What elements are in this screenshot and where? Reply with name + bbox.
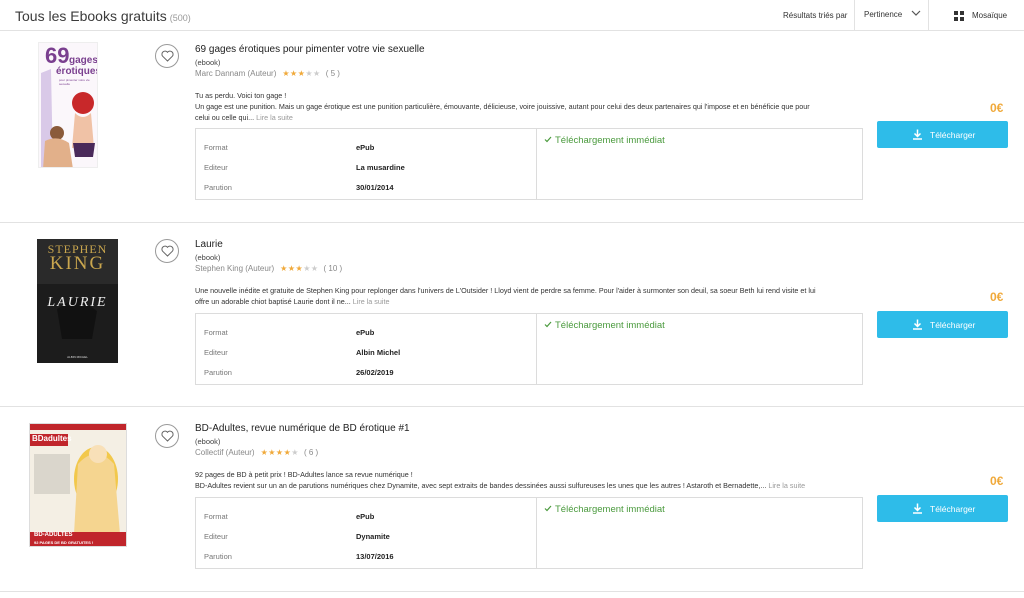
heart-icon	[161, 50, 174, 62]
price: 0€	[990, 101, 1004, 115]
favorite-button[interactable]	[155, 239, 179, 263]
details-box: Format ePub Editeur Albin Michel Parutio…	[195, 313, 863, 385]
book-cover[interactable]: 69 gages érotiques pour pimenter votre v…	[38, 42, 98, 168]
details-box: Format ePub Editeur Dynamite Parution 13…	[195, 497, 863, 569]
book-item: 69 gages érotiques pour pimenter votre v…	[0, 32, 1024, 223]
download-icon	[913, 129, 922, 140]
publisher-value[interactable]: Albin Michel	[356, 348, 400, 357]
book-item: STEPHEN KING LAURIE ALBIN MICHEL Laurie …	[0, 223, 1024, 407]
book-description: 92 pages de BD à petit prix ! BD-Adultes…	[195, 470, 806, 490]
cover-word: érotiques	[56, 66, 98, 77]
cover-word: gages	[69, 55, 98, 66]
sort-select[interactable]: Pertinence	[855, 0, 928, 31]
check-icon	[544, 505, 552, 512]
details-box: Format ePub Editeur La musardine Parutio…	[195, 128, 863, 200]
book-cover[interactable]: STEPHEN KING LAURIE ALBIN MICHEL	[37, 239, 118, 363]
format-value: ePub	[356, 512, 375, 521]
date-label: Parution	[204, 552, 232, 561]
rating-stars: ★★★★★	[282, 69, 321, 78]
author-row: Stephen King (Auteur) ★★★★★ ( 10 )	[195, 264, 342, 273]
date-value: 30/01/2014	[356, 183, 394, 192]
heart-icon	[161, 245, 174, 257]
read-more-link[interactable]: Lire la suite	[768, 481, 805, 490]
book-item: BDadultes BD-ADULTES 92 PAGES DE BD GRAT…	[0, 407, 1024, 592]
divider	[536, 314, 537, 384]
rating-count: ( 6 )	[303, 448, 319, 457]
sort-label: Résultats triés par	[783, 11, 848, 20]
date-value: 13/07/2016	[356, 552, 394, 561]
download-icon	[913, 319, 922, 330]
format-label: Format	[204, 143, 228, 152]
publisher-label: Editeur	[204, 532, 228, 541]
cover-author: KING	[49, 253, 106, 274]
author-link[interactable]: Marc Dannam (Auteur)	[195, 69, 276, 78]
grid-icon	[954, 11, 964, 21]
favorite-button[interactable]	[155, 424, 179, 448]
book-description: Tu as perdu. Voici ton gage ! Un gage es…	[195, 91, 810, 122]
download-button[interactable]: Télécharger	[877, 311, 1008, 338]
book-type: (ebook)	[195, 58, 221, 67]
author-link[interactable]: Collectif (Auteur)	[195, 448, 255, 457]
chevron-down-icon	[911, 10, 921, 16]
rating-count: ( 10 )	[323, 264, 343, 273]
date-label: Parution	[204, 183, 232, 192]
book-type: (ebook)	[195, 437, 221, 446]
check-icon	[544, 321, 552, 328]
cover-publisher: ALBIN MICHEL	[67, 355, 88, 359]
author-link[interactable]: Stephen King (Auteur)	[195, 264, 274, 273]
format-label: Format	[204, 328, 228, 337]
page-title: Tous les Ebooks gratuits (500)	[15, 8, 191, 24]
rating-count: ( 5 )	[325, 69, 340, 78]
author-row: Collectif (Auteur) ★★★★★ ( 6 )	[195, 448, 318, 457]
book-cover[interactable]: BDadultes BD-ADULTES 92 PAGES DE BD GRAT…	[29, 423, 127, 547]
price: 0€	[990, 474, 1004, 488]
format-label: Format	[204, 512, 228, 521]
results-header: Tous les Ebooks gratuits (500) Résultats …	[0, 0, 1024, 31]
rating-stars: ★★★★★	[260, 448, 299, 457]
rating-stars: ★★★★★	[280, 264, 319, 273]
availability-status: Téléchargement immédiat	[544, 135, 665, 146]
cover-brand: BD-ADULTES	[34, 532, 73, 538]
publisher-label: Editeur	[204, 348, 228, 357]
cover-subtitle: pour pimenter votre vie sexuelle	[59, 78, 90, 86]
book-title[interactable]: Laurie	[195, 239, 223, 250]
cover-tagline: 92 PAGES DE BD GRATUITES !	[34, 540, 94, 545]
read-more-link[interactable]: Lire la suite	[256, 113, 293, 122]
author-row: Marc Dannam (Auteur) ★★★★★ ( 5 )	[195, 69, 340, 78]
mosaic-view-button[interactable]: Mosaïque	[929, 0, 1024, 31]
publisher-value[interactable]: Dynamite	[356, 532, 390, 541]
cover-brand: BDadultes	[32, 434, 72, 443]
check-icon	[544, 136, 552, 143]
read-more-link[interactable]: Lire la suite	[353, 297, 390, 306]
cover-title: LAURIE	[47, 295, 108, 310]
book-type: (ebook)	[195, 253, 221, 262]
book-title[interactable]: 69 gages érotiques pour pimenter votre v…	[195, 44, 425, 55]
availability-status: Téléchargement immédiat	[544, 504, 665, 515]
price: 0€	[990, 290, 1004, 304]
divider	[536, 129, 537, 199]
heart-icon	[161, 430, 174, 442]
date-label: Parution	[204, 368, 232, 377]
publisher-label: Editeur	[204, 163, 228, 172]
mosaic-label: Mosaïque	[972, 11, 1008, 20]
format-value: ePub	[356, 143, 375, 152]
book-description: Une nouvelle inédite et gratuite de Step…	[195, 286, 816, 306]
results-count: (500)	[169, 13, 191, 23]
favorite-button[interactable]	[155, 44, 179, 68]
book-title[interactable]: BD-Adultes, revue numérique de BD érotiq…	[195, 423, 410, 434]
download-button[interactable]: Télécharger	[877, 495, 1008, 522]
format-value: ePub	[356, 328, 375, 337]
date-value: 26/02/2019	[356, 368, 394, 377]
publisher-value[interactable]: La musardine	[356, 163, 405, 172]
sort-value: Pertinence	[864, 10, 903, 19]
download-button[interactable]: Télécharger	[877, 121, 1008, 148]
download-icon	[913, 503, 922, 514]
divider	[536, 498, 537, 568]
availability-status: Téléchargement immédiat	[544, 320, 665, 331]
